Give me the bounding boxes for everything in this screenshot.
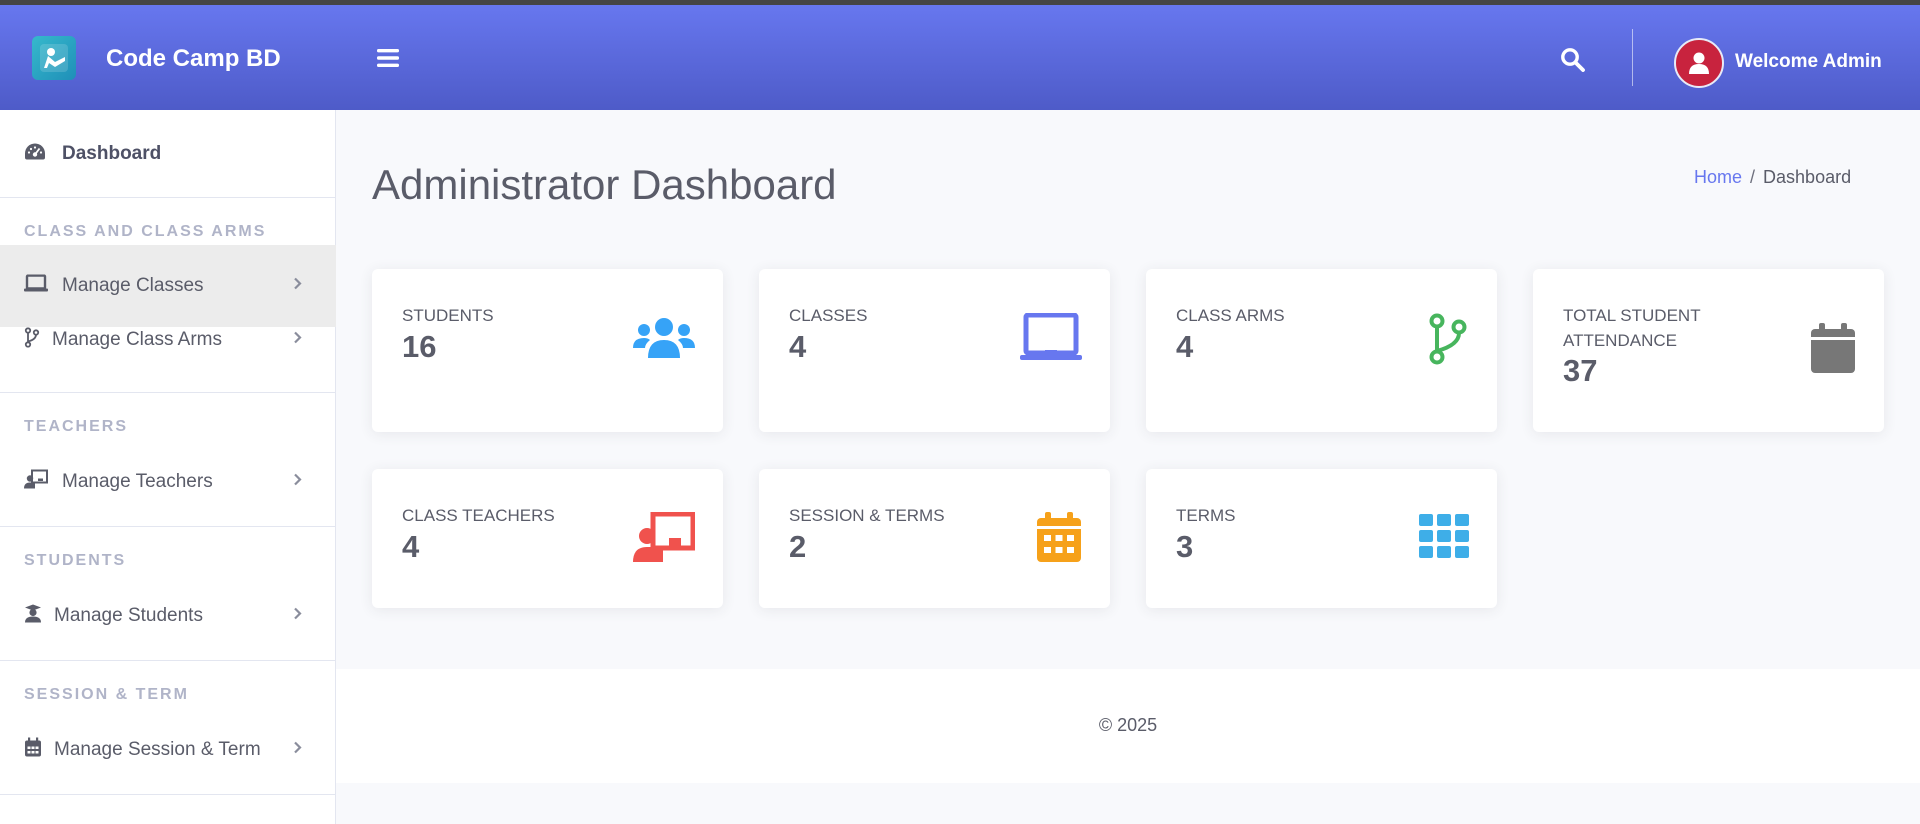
card-value: 37 — [1563, 353, 1598, 388]
sidebar: Dashboard CLASS AND CLASS ARMS Manage Cl… — [0, 110, 336, 824]
page-title: Administrator Dashboard — [372, 161, 837, 208]
section-heading-teachers: TEACHERS — [24, 418, 129, 435]
sidebar-item-label: Manage Class Arms — [52, 329, 223, 350]
sidebar-item-manage-class-arms[interactable]: Manage Class Arms — [0, 308, 336, 372]
topbar: Code Camp BD Welcome Admin — [0, 5, 1920, 110]
chevron-right-icon — [293, 473, 302, 492]
tachometer-icon — [24, 142, 46, 165]
chalkboard-teacher-icon — [633, 511, 696, 567]
card-title: STUDENTS — [402, 306, 494, 325]
card-value: 3 — [1176, 529, 1194, 564]
sidebar-item-manage-students[interactable]: Manage Students — [0, 575, 336, 657]
card-title: CLASS TEACHERS — [402, 506, 555, 525]
sidebar-item-dashboard[interactable]: Dashboard — [0, 110, 336, 197]
sidebar-divider — [0, 660, 336, 661]
chevron-right-icon — [293, 331, 302, 350]
welcome-admin-link[interactable]: Welcome Admin — [1735, 51, 1882, 73]
sidebar-item-label: Manage Session & Term — [54, 739, 261, 760]
breadcrumb-separator: / — [1750, 167, 1756, 187]
card-value: 4 — [1176, 329, 1194, 364]
calendar-alt-icon — [1037, 512, 1081, 567]
card-total-student-attendance[interactable]: TOTAL STUDENT ATTENDANCE 37 — [1533, 269, 1884, 432]
search-icon[interactable] — [1560, 47, 1585, 77]
chevron-right-icon — [293, 741, 302, 760]
section-heading-session-term: SESSION & TERM — [24, 686, 189, 703]
copyright-text: © 2025 — [1098, 715, 1158, 735]
sidebar-item-manage-teachers[interactable]: Manage Teachers — [0, 441, 336, 523]
topbar-divider — [1632, 29, 1633, 86]
user-graduate-icon — [24, 604, 42, 629]
sidebar-divider — [0, 197, 336, 198]
footer: © 2025 — [336, 669, 1920, 783]
card-terms[interactable]: TERMS 3 — [1146, 469, 1497, 608]
sidebar-divider — [0, 794, 336, 795]
graduate-logo-icon[interactable] — [32, 36, 76, 80]
th-icon — [1419, 514, 1469, 563]
card-value: 16 — [402, 329, 437, 364]
card-value: 4 — [402, 529, 420, 564]
laptop-icon — [1020, 312, 1082, 368]
code-branch-icon — [1428, 313, 1468, 370]
section-heading-class-arms: CLASS AND CLASS ARMS — [24, 223, 267, 240]
card-title: SESSION & TERMS — [789, 506, 945, 525]
chalkboard-teacher-icon — [24, 469, 48, 495]
brand-name[interactable]: Code Camp BD — [106, 45, 281, 73]
card-value: 4 — [789, 329, 807, 364]
breadcrumb-current: Dashboard — [1763, 167, 1852, 187]
sidebar-item-label: Dashboard — [62, 142, 162, 164]
chevron-right-icon — [293, 277, 302, 296]
card-title: TOTAL STUDENT ATTENDANCE — [1563, 306, 1701, 350]
card-title: TERMS — [1176, 506, 1236, 525]
sidebar-item-label: Manage Students — [54, 605, 203, 626]
breadcrumb: Home / Dashboard — [1694, 167, 1851, 188]
calendar-icon — [24, 737, 42, 763]
sidebar-item-label: Manage Teachers — [62, 471, 213, 492]
card-classes[interactable]: CLASSES 4 — [759, 269, 1110, 432]
hamburger-icon[interactable] — [377, 48, 399, 73]
sidebar-divider — [0, 526, 336, 527]
code-branch-icon — [24, 327, 40, 353]
card-title: CLASS ARMS — [1176, 306, 1285, 325]
sidebar-item-manage-session-term[interactable]: Manage Session & Term — [0, 709, 336, 791]
card-value: 2 — [789, 529, 807, 564]
sidebar-divider — [0, 392, 336, 393]
card-class-arms[interactable]: CLASS ARMS 4 — [1146, 269, 1497, 432]
users-icon — [633, 316, 695, 365]
card-session-terms[interactable]: SESSION & TERMS 2 — [759, 469, 1110, 608]
sidebar-item-label: Manage Classes — [62, 275, 204, 296]
card-students[interactable]: STUDENTS 16 — [372, 269, 723, 432]
avatar[interactable] — [1674, 38, 1724, 88]
laptop-icon — [24, 274, 48, 298]
breadcrumb-home-link[interactable]: Home — [1694, 167, 1742, 187]
card-title: CLASSES — [789, 306, 868, 325]
calendar-icon — [1811, 323, 1855, 378]
section-heading-students: STUDENTS — [24, 552, 127, 569]
chevron-right-icon — [293, 607, 302, 626]
card-class-teachers[interactable]: CLASS TEACHERS 4 — [372, 469, 723, 608]
